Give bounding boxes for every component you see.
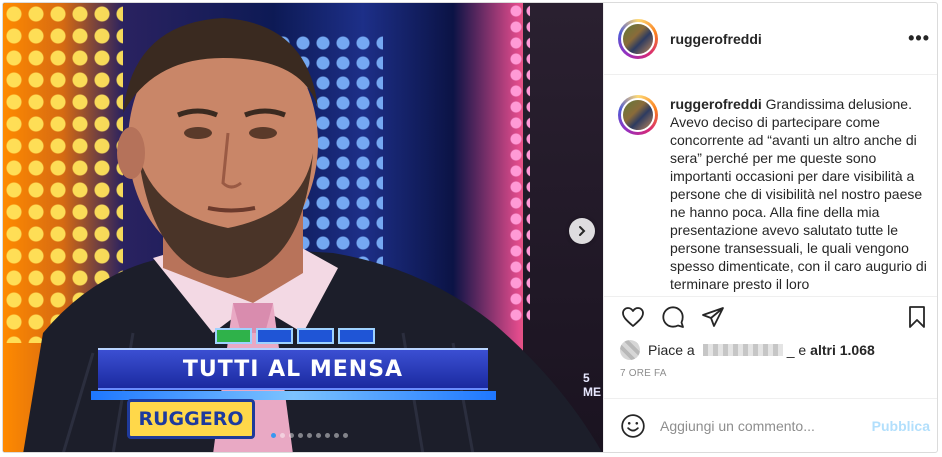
post-header: ruggerofreddi ••• xyxy=(604,3,937,75)
channel-logo: 5 ME xyxy=(583,371,601,399)
channel-logo-text: ME xyxy=(583,385,601,399)
score-square xyxy=(297,328,334,344)
carousel-indicator xyxy=(271,433,348,438)
score-square xyxy=(338,328,375,344)
likes-summary: Piace a _ e altri 1.068 xyxy=(604,336,937,360)
heart-icon xyxy=(622,306,644,327)
post-side-panel: ruggerofreddi ••• ruggerofreddi Grandiss… xyxy=(603,3,937,452)
comment-button[interactable] xyxy=(660,304,686,330)
comment-icon xyxy=(662,305,684,328)
avatar[interactable] xyxy=(618,18,658,59)
like-button[interactable] xyxy=(620,304,646,330)
caption-section: ruggerofreddi Grandissima delusione. Ave… xyxy=(604,75,937,296)
caption-text: Grandissima delusione. Avevo deciso di p… xyxy=(670,96,927,292)
contestant-name-tag: RUGGERO xyxy=(127,399,255,439)
contestant-name: RUGGERO xyxy=(138,408,244,430)
caption-avatar-image xyxy=(621,98,655,132)
more-options-icon[interactable]: ••• xyxy=(908,28,930,49)
share-icon xyxy=(702,306,724,327)
carousel-dot xyxy=(325,433,330,438)
post-timestamp[interactable]: 7 ORE FA xyxy=(604,360,937,388)
carousel-dot xyxy=(334,433,339,438)
carousel-dot xyxy=(280,433,285,438)
comment-input[interactable] xyxy=(660,417,872,434)
score-indicators xyxy=(215,328,375,344)
post-media[interactable]: TUTTI AL MENSA RUGGERO 5 ME xyxy=(3,3,603,452)
carousel-dot xyxy=(316,433,321,438)
likes-prefix: Piace a xyxy=(648,342,695,358)
publish-button[interactable]: Pubblica xyxy=(872,418,930,434)
carousel-dot xyxy=(289,433,294,438)
carousel-dot xyxy=(307,433,312,438)
carousel-next-button[interactable] xyxy=(569,218,595,244)
answer-text: TUTTI AL MENSA xyxy=(182,356,404,382)
share-button[interactable] xyxy=(700,304,726,330)
carousel-dot xyxy=(298,433,303,438)
liker-name-blurred[interactable] xyxy=(702,344,783,356)
carousel-dot xyxy=(343,433,348,438)
carousel-dot-active xyxy=(271,433,276,438)
comment-bar: Pubblica xyxy=(604,398,937,452)
instagram-post: TUTTI AL MENSA RUGGERO 5 ME ruggerofredd… xyxy=(2,2,938,453)
emoji-icon[interactable] xyxy=(620,413,646,439)
score-square xyxy=(256,328,293,344)
score-square xyxy=(215,328,252,344)
channel-logo-number: 5 xyxy=(583,371,590,385)
post-username[interactable]: ruggerofreddi xyxy=(670,31,762,47)
avatar-image xyxy=(621,21,655,56)
liker-avatar[interactable] xyxy=(620,340,640,360)
chevron-right-icon xyxy=(579,226,586,236)
action-bar xyxy=(604,296,937,336)
caption-username[interactable]: ruggerofreddi xyxy=(670,96,762,112)
bookmark-icon xyxy=(909,305,925,328)
likes-suffix: _ e xyxy=(786,342,807,358)
save-button[interactable] xyxy=(904,304,930,330)
caption-avatar[interactable] xyxy=(618,95,658,135)
likes-others-link[interactable]: altri 1.068 xyxy=(810,342,875,358)
caption: ruggerofreddi Grandissima delusione. Ave… xyxy=(670,95,930,296)
answer-banner: TUTTI AL MENSA xyxy=(98,348,488,390)
